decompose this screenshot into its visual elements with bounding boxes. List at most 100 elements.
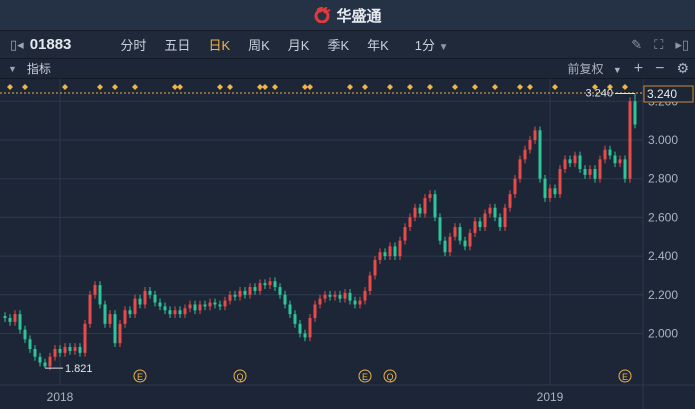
candle-body (138, 298, 142, 305)
x-tick-label: 2018 (47, 390, 74, 404)
candle-body (603, 149, 607, 160)
zoom-out-icon[interactable]: − (655, 60, 664, 78)
pencil-icon[interactable]: ✎ (631, 37, 642, 53)
event-badge-label: E (622, 372, 628, 382)
candle-body (288, 304, 292, 315)
candle-body (303, 333, 307, 338)
candle-body (133, 298, 137, 315)
candle-body (478, 221, 482, 228)
tab-daily-k[interactable]: 日K (199, 35, 239, 54)
candle-body (98, 285, 102, 305)
candle-body (48, 356, 52, 367)
candle-body (528, 140, 532, 150)
settings-gear-icon[interactable]: ⚙ (676, 60, 689, 77)
y-tick-label: 3.000 (648, 133, 678, 147)
candle-body (553, 188, 557, 195)
candle-body (348, 292, 352, 301)
period-tabs: 分时 五日 日K 周K 月K 季K 年K 1分 ▼ (111, 35, 457, 54)
candle-body (498, 217, 502, 228)
candle-body (338, 294, 342, 299)
high-price-label: 3.240 (585, 88, 613, 100)
stock-code: 01883 (29, 36, 72, 53)
candle-body (78, 347, 82, 353)
candle-body (58, 348, 62, 353)
candlestick-chart[interactable]: 3.2003.0002.8002.6002.4002.2002.00020182… (0, 79, 695, 409)
brand-logo: 华盛通 (313, 5, 382, 26)
candle-body (273, 281, 277, 288)
candle-body (258, 283, 262, 291)
candle-body (83, 323, 87, 353)
candle-body (538, 130, 542, 179)
candle-body (363, 290, 367, 301)
candle-body (433, 194, 437, 218)
candle-body (513, 178, 517, 195)
collapse-sidebar-icon[interactable]: ▯◂ (10, 37, 24, 53)
candle-body (128, 310, 132, 315)
interval-dropdown[interactable]: 1分 ▼ (406, 35, 458, 54)
candle-body (533, 130, 537, 140)
candle-body (183, 308, 187, 315)
candle-body (43, 362, 47, 367)
candle-body (178, 310, 182, 315)
candle-body (93, 285, 97, 295)
candle-body (413, 207, 417, 218)
candle-body (448, 236, 452, 253)
candle-body (343, 292, 347, 299)
candle-body (628, 101, 632, 179)
candle-body (68, 347, 72, 351)
candle-body (233, 294, 237, 297)
candle-body (173, 310, 177, 315)
event-badge-label: E (362, 372, 368, 382)
tab-quarterly-k[interactable]: 季K (318, 35, 358, 54)
candle-body (358, 300, 362, 305)
candle-body (573, 155, 577, 164)
event-dot (217, 84, 223, 90)
candle-body (398, 240, 402, 257)
candle-body (148, 290, 152, 295)
candle-body (408, 217, 412, 228)
adjust-dropdown[interactable]: 前复权 ▼ (567, 60, 621, 77)
tab-five-day[interactable]: 五日 (155, 35, 199, 54)
candle-body (188, 304, 192, 309)
candle-body (268, 281, 272, 286)
candle-body (608, 149, 612, 156)
expand-panel-icon[interactable]: ▸▯ (675, 37, 689, 53)
zoom-in-icon[interactable]: + (634, 60, 643, 78)
candle-body (113, 314, 117, 344)
event-dot (362, 84, 368, 90)
tab-intraday[interactable]: 分时 (111, 35, 155, 54)
candle-body (548, 188, 552, 199)
indicator-toggle-icon[interactable]: ▼ (8, 64, 17, 74)
candle-body (378, 252, 382, 260)
current-price-label: 3.240 (647, 87, 677, 101)
event-dot (177, 84, 183, 90)
candle-body (568, 159, 572, 164)
brand-icon (314, 7, 331, 23)
candle-body (323, 294, 327, 299)
candle-body (493, 207, 497, 218)
candle-body (33, 348, 37, 357)
indicator-label[interactable]: 指标 (27, 60, 51, 77)
candle-body (38, 356, 42, 363)
candle-body (318, 298, 322, 305)
tab-yearly-k[interactable]: 年K (358, 35, 398, 54)
tab-monthly-k[interactable]: 月K (279, 35, 319, 54)
event-dot (7, 84, 13, 90)
event-dot (227, 84, 233, 90)
y-tick-label: 2.000 (648, 327, 678, 341)
candle-body (388, 246, 392, 257)
low-price-label: 1.821 (65, 363, 93, 375)
candle-body (523, 149, 527, 160)
candle-body (218, 304, 222, 307)
candle-body (158, 302, 162, 307)
candle-body (508, 194, 512, 208)
candle-body (373, 259, 377, 276)
tab-weekly-k[interactable]: 周K (239, 35, 279, 54)
candle-body (298, 323, 302, 334)
candle-body (458, 227, 462, 241)
fullscreen-icon[interactable]: ⛶ (654, 37, 663, 53)
event-dot (272, 84, 278, 90)
candle-body (563, 159, 567, 170)
event-dot (552, 84, 558, 90)
candle-body (168, 310, 172, 315)
